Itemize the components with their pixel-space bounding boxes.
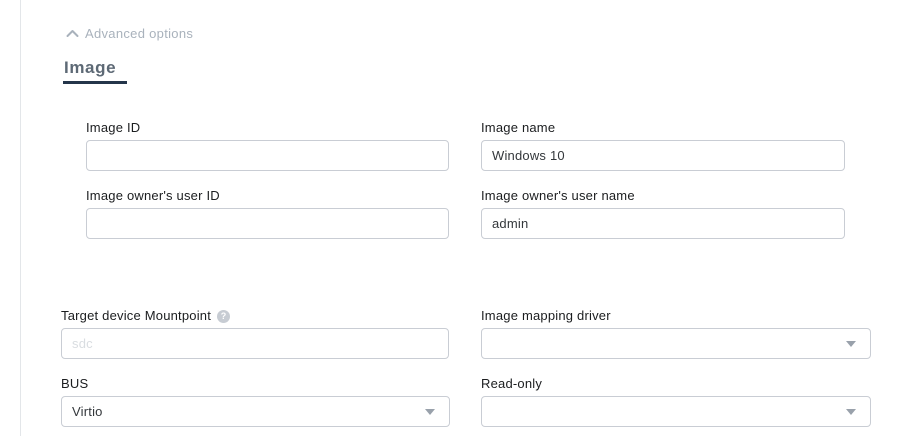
advanced-options-panel: Advanced options Image Image ID Image na… xyxy=(0,0,902,436)
bus-value: Virtio xyxy=(72,404,103,419)
caret-down-icon xyxy=(425,409,435,415)
field-read-only: Read-only xyxy=(481,377,871,427)
image-id-input[interactable] xyxy=(86,140,449,171)
chevron-up-icon xyxy=(66,29,79,38)
caret-down-icon xyxy=(846,341,856,347)
tab-image-label: Image xyxy=(64,58,116,77)
advanced-options-label: Advanced options xyxy=(85,26,193,41)
field-image-owner-user-id: Image owner's user ID xyxy=(86,189,449,239)
image-owner-user-name-label: Image owner's user name xyxy=(481,189,845,203)
image-name-label: Image name xyxy=(481,121,845,135)
field-image-owner-user-name: Image owner's user name xyxy=(481,189,845,239)
tab-image-active-underline xyxy=(63,81,127,84)
field-bus: BUS Virtio xyxy=(61,377,450,427)
read-only-label: Read-only xyxy=(481,377,871,391)
field-target-device-mountpoint: Target device Mountpoint ? xyxy=(61,309,449,359)
image-owner-user-name-input[interactable] xyxy=(481,208,845,239)
image-mapping-driver-select[interactable] xyxy=(481,328,871,359)
image-name-input[interactable] xyxy=(481,140,845,171)
tab-image[interactable]: Image xyxy=(64,58,116,78)
image-owner-user-id-input[interactable] xyxy=(86,208,449,239)
bus-label: BUS xyxy=(61,377,450,391)
panel-left-divider xyxy=(20,0,21,436)
field-image-name: Image name xyxy=(481,121,845,171)
read-only-select[interactable] xyxy=(481,396,871,427)
image-mapping-driver-label: Image mapping driver xyxy=(481,309,871,323)
target-device-mountpoint-label: Target device Mountpoint xyxy=(61,309,211,323)
field-image-mapping-driver: Image mapping driver xyxy=(481,309,871,359)
image-owner-user-id-label: Image owner's user ID xyxy=(86,189,449,203)
question-circle-icon[interactable]: ? xyxy=(217,310,230,323)
bus-select[interactable]: Virtio xyxy=(61,396,450,427)
field-image-id: Image ID xyxy=(86,121,449,171)
target-device-mountpoint-input[interactable] xyxy=(61,328,449,359)
image-id-label: Image ID xyxy=(86,121,449,135)
caret-down-icon xyxy=(846,409,856,415)
advanced-options-toggle[interactable]: Advanced options xyxy=(66,26,193,41)
